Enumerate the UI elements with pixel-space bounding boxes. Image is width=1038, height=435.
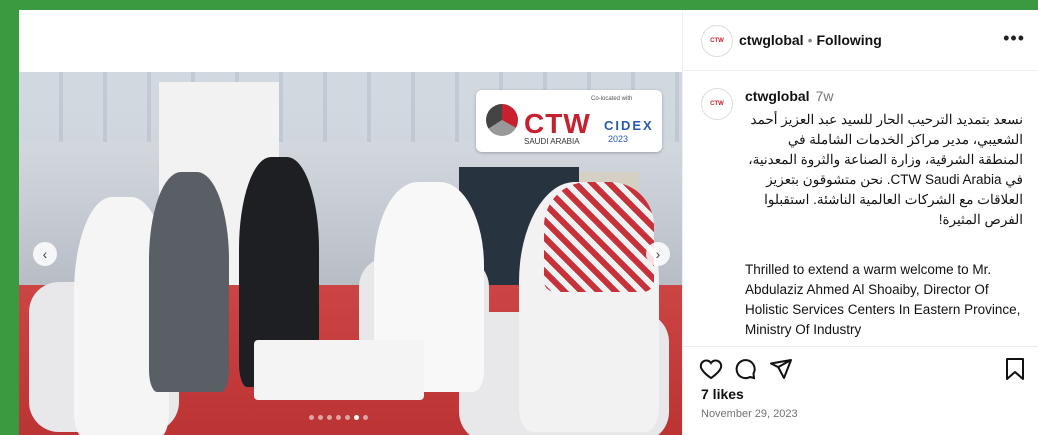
carousel-dot [318,415,323,420]
photo-person-2 [149,172,229,392]
header-separator: • [807,32,813,48]
post-header-user: ctwglobal • Following [739,32,882,48]
carousel-dot [336,415,341,420]
post-actions [683,346,1038,381]
caption-username[interactable]: ctwglobal [745,88,810,104]
ctw-logo-icon [486,104,518,136]
carousel-next-button[interactable]: › [646,242,670,266]
caption-avatar[interactable]: CTW [701,88,733,120]
post-frame: Co-located with CTW SAUDI ARABIA CIDEX 2… [19,10,1038,435]
caption-arabic-text: نسعد بتمديد الترحيب الحار للسيد عبد العز… [748,112,1023,227]
avatar[interactable]: CTW [701,25,733,57]
carousel-dot [345,415,350,420]
carousel-dot [327,415,332,420]
photo-table [254,340,424,400]
caption-section: CTW ctwglobal 7w نسعد بتمديد الترحيب الحا… [683,74,1038,344]
follow-status[interactable]: Following [816,32,881,48]
logo-note: Co-located with [591,96,633,102]
more-options-button[interactable]: ••• [1003,28,1025,49]
logo-country-text: SAUDI ARABIA [524,137,580,146]
likes-count[interactable]: 7 likes [701,386,744,402]
post-sidebar: CTW ctwglobal • Following ••• CTW ctwgloba… [682,10,1038,435]
share-icon [770,359,792,379]
avatar-logo-icon: CTW [710,101,724,107]
post-media[interactable]: Co-located with CTW SAUDI ARABIA CIDEX 2… [19,10,682,435]
carousel-prev-button[interactable]: ‹ [33,242,57,266]
logo-year-text: 2023 [608,134,629,144]
caption-english-text: Thrilled to extend a warm welcome to Mr.… [745,262,1021,337]
photo-shemagh [544,182,654,292]
carousel-dot [354,415,359,420]
share-button[interactable] [769,357,793,386]
comment-button[interactable] [733,357,757,386]
post-date: November 29, 2023 [701,408,798,420]
post-header: CTW ctwglobal • Following ••• [683,10,1038,71]
bookmark-icon [1006,358,1024,380]
save-button[interactable] [1005,357,1025,386]
chevron-left-icon: ‹ [42,246,48,262]
logo-main-text: CTW [524,108,591,139]
header-username[interactable]: ctwglobal [739,32,804,48]
like-button[interactable] [699,357,723,386]
avatar-logo-icon: CTW [710,38,724,44]
carousel-dot [309,415,314,420]
logo-partner-text: CIDEX [604,118,654,133]
comment-icon [735,359,756,380]
chevron-right-icon: › [655,246,661,262]
caption-time: 7w [815,88,834,104]
ctw-logo-card: Co-located with CTW SAUDI ARABIA CIDEX 2… [476,90,662,152]
caption-header: ctwglobal 7w [745,88,833,104]
carousel-dot [363,415,368,420]
heart-icon [699,359,723,380]
carousel-dots [309,415,368,420]
